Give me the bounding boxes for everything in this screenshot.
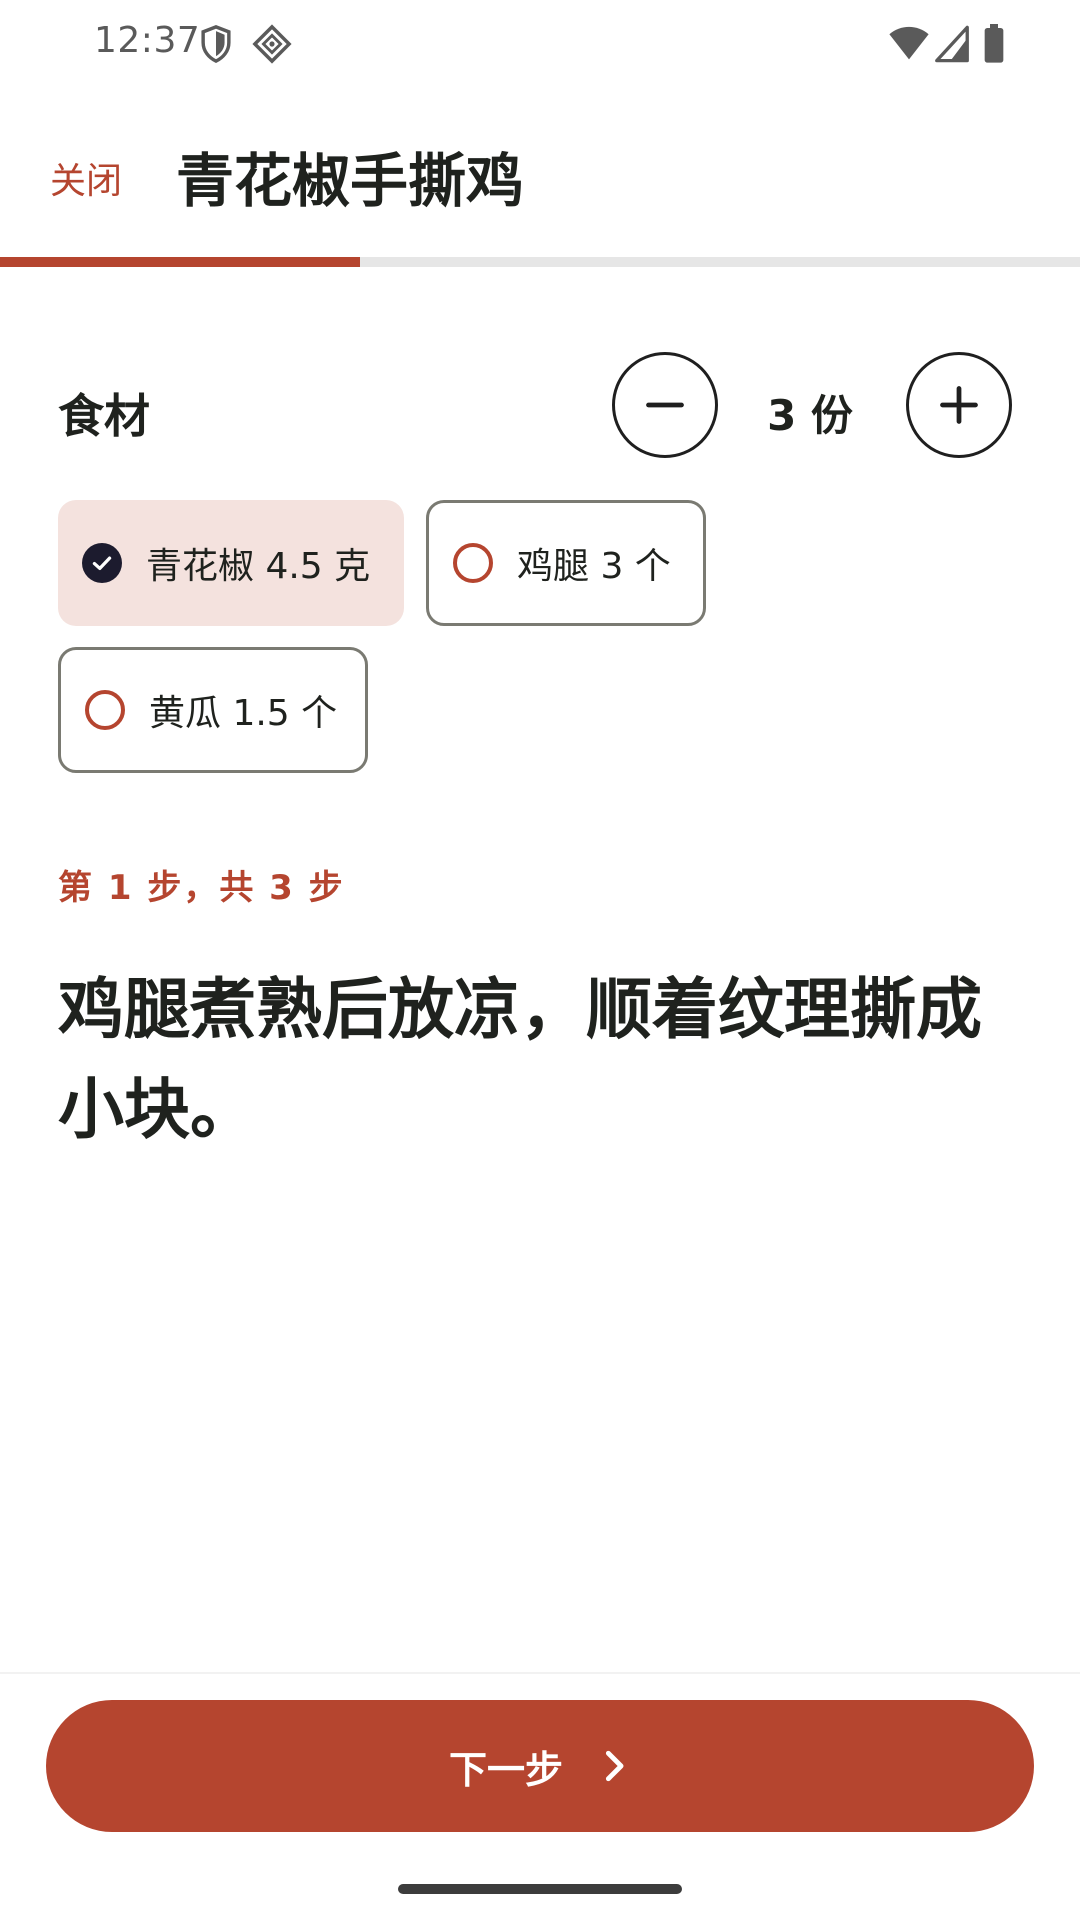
ingredient-chip-chicken-leg[interactable]: 鸡腿 3 个 [426,500,706,626]
shield-icon [201,25,231,64]
location-diamond-icon [252,24,292,64]
step-progress-fill [0,257,360,267]
chevron-right-icon [605,1750,624,1782]
unchecked-circle-icon [453,543,493,583]
home-indicator[interactable] [398,1884,682,1894]
next-step-label: 下一步 [448,1747,563,1792]
battery-icon [984,24,1004,63]
minus-icon [646,402,684,408]
next-step-button[interactable]: 下一步 [46,1700,1034,1832]
top-app-bar: 关闭 青花椒手撕鸡 [0,110,1080,240]
ingredient-chip-cucumber[interactable]: 黄瓜 1.5 个 [58,647,368,773]
cell-signal-icon [935,25,969,63]
servings-count: 3 份 [767,391,853,440]
step-counter: 第 1 步，共 3 步 [58,868,345,908]
decrease-servings-button[interactable] [612,352,718,458]
ingredient-label: 黄瓜 1.5 个 [149,693,338,734]
checked-circle-icon [82,543,122,583]
step-instruction: 鸡腿煮熟后放凉，顺着纹理撕成小块。 [58,971,982,1148]
status-bar: 12:37 [0,0,1080,90]
close-button[interactable]: 关闭 [50,152,122,204]
ingredient-label: 青花椒 4.5 克 [146,546,371,587]
ingredient-label: 鸡腿 3 个 [517,546,671,587]
wifi-icon [889,26,929,60]
ingredient-chip-green-pepper[interactable]: 青花椒 4.5 克 [58,500,404,626]
footer-divider [0,1672,1080,1674]
plus-icon [940,386,978,424]
unchecked-circle-icon [85,690,125,730]
increase-servings-button[interactable] [906,352,1012,458]
step-progress-bar [0,257,1080,267]
page-title: 青花椒手撕鸡 [176,147,525,215]
ingredients-heading: 食材 [58,389,150,443]
status-time: 12:37 [94,20,201,61]
